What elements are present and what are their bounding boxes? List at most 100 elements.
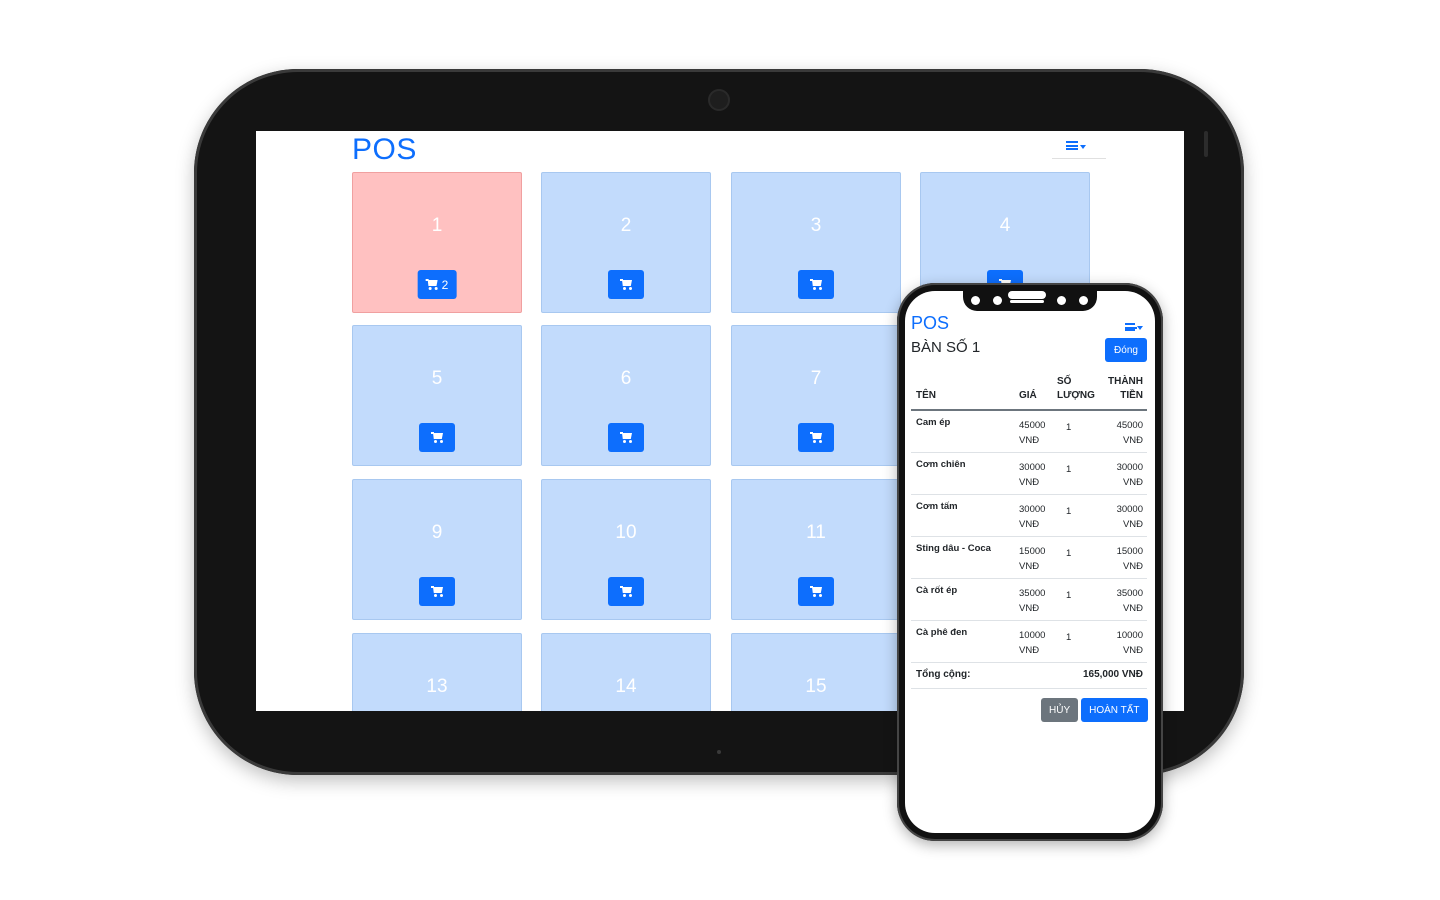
item-total: 35000 VNĐ — [1116, 588, 1143, 614]
item-price: 35000 VNĐ — [1019, 588, 1046, 614]
table-number: 1 — [431, 215, 443, 236]
table-tile-3[interactable]: 3 — [731, 172, 901, 313]
order-actions: HỦY HOÀN TẤT — [1041, 698, 1148, 722]
table-number: 7 — [810, 368, 822, 389]
order-row: Sting dâu - Coca 15000 VNĐ 1 15000 VNĐ — [911, 537, 1147, 579]
table-tile-10[interactable]: 10 — [541, 479, 711, 620]
item-qty: 1 — [1066, 506, 1072, 517]
item-name: Sting dâu - Coca — [916, 543, 991, 554]
navbar-menu-toggle[interactable] — [1125, 319, 1149, 335]
cancel-button[interactable]: HỦY — [1041, 698, 1079, 722]
cart-icon — [431, 586, 443, 597]
sensor-dot — [1057, 296, 1066, 305]
item-total: 30000 VNĐ — [1116, 504, 1143, 530]
phone-notch — [963, 291, 1097, 311]
item-name: Cà rốt ép — [916, 585, 958, 596]
total-value: 165,000 VNĐ — [1082, 669, 1143, 680]
cart-icon — [620, 586, 632, 597]
order-total-row: Tổng cộng: 165,000 VNĐ — [911, 663, 1147, 689]
table-tile-11[interactable]: 11 — [731, 479, 901, 620]
table-tile-7[interactable]: 7 — [731, 325, 901, 466]
col-total: THÀNH TIỀN — [1108, 375, 1143, 403]
item-qty: 1 — [1066, 548, 1072, 559]
phone-screen: POS BÀN SỐ 1 Đóng TÊN GIÁ SỐ LƯỢNG THÀNH — [905, 291, 1155, 833]
item-price: 45000 VNĐ — [1019, 420, 1046, 446]
order-row: Cam ép 45000 VNĐ 1 45000 VNĐ — [911, 411, 1147, 453]
item-qty: 1 — [1066, 422, 1072, 433]
table-number: 2 — [620, 215, 632, 236]
order-table-header: TÊN GIÁ SỐ LƯỢNG THÀNH TIỀN — [911, 371, 1147, 411]
table-number: 3 — [810, 215, 822, 236]
order-table: TÊN GIÁ SỐ LƯỢNG THÀNH TIỀN Cam ép 45000… — [911, 371, 1147, 689]
col-qty-line2: LƯỢNG — [1057, 390, 1095, 401]
order-row: Cà rốt ép 35000 VNĐ 1 35000 VNĐ — [911, 579, 1147, 621]
order-row: Cà phê đen 10000 VNĐ 1 10000 VNĐ — [911, 621, 1147, 663]
complete-button[interactable]: HOÀN TẤT — [1081, 698, 1148, 722]
table-number: 14 — [615, 676, 637, 697]
cart-count: 2 — [441, 277, 449, 292]
cart-button[interactable] — [798, 577, 834, 606]
table-tile-13[interactable]: 13 — [352, 633, 522, 711]
cart-button[interactable] — [419, 423, 455, 452]
table-number: 11 — [806, 522, 826, 543]
cart-button[interactable] — [608, 423, 644, 452]
table-tile-2[interactable]: 2 — [541, 172, 711, 313]
table-tile-1[interactable]: 1 2 — [352, 172, 522, 313]
table-number: 13 — [426, 676, 448, 697]
item-total: 10000 VNĐ — [1116, 630, 1143, 656]
col-total-line1: THÀNH — [1108, 376, 1143, 387]
cart-button[interactable] — [798, 270, 834, 299]
col-qty: SỐ LƯỢNG — [1057, 375, 1095, 403]
item-qty: 1 — [1066, 590, 1072, 601]
cart-icon — [620, 279, 632, 290]
phone-device: POS BÀN SỐ 1 Đóng TÊN GIÁ SỐ LƯỢNG THÀNH — [897, 283, 1163, 841]
cart-button[interactable] — [419, 577, 455, 606]
item-price: 15000 VNĐ — [1019, 546, 1046, 572]
speaker-grille — [1010, 300, 1044, 303]
speaker-grille — [1008, 291, 1046, 299]
col-name: TÊN — [916, 390, 936, 401]
order-row: Cơm chiên 30000 VNĐ 1 30000 VNĐ — [911, 453, 1147, 495]
cart-icon — [425, 279, 438, 290]
cart-icon — [810, 586, 822, 597]
cart-button[interactable] — [798, 423, 834, 452]
cart-icon — [810, 279, 822, 290]
item-price: 10000 VNĐ — [1019, 630, 1046, 656]
table-tile-6[interactable]: 6 — [541, 325, 711, 466]
table-tile-5[interactable]: 5 — [352, 325, 522, 466]
close-button[interactable]: Đóng — [1105, 338, 1147, 362]
cart-button[interactable] — [608, 270, 644, 299]
navbar-menu-toggle[interactable] — [1052, 131, 1106, 159]
table-number: 10 — [615, 522, 637, 543]
sensor-dot — [971, 296, 980, 305]
item-total: 45000 VNĐ — [1116, 420, 1143, 446]
col-qty-line1: SỐ — [1057, 376, 1072, 387]
caret-down-icon — [1137, 326, 1143, 330]
table-tile-15[interactable]: 15 — [731, 633, 901, 711]
item-qty: 1 — [1066, 464, 1072, 475]
table-tile-14[interactable]: 14 — [541, 633, 711, 711]
item-name: Cơm chiên — [916, 459, 966, 470]
item-price: 30000 VNĐ — [1019, 504, 1046, 530]
table-tile-9[interactable]: 9 — [352, 479, 522, 620]
total-label: Tổng cộng: — [916, 669, 971, 680]
item-price: 30000 VNĐ — [1019, 462, 1046, 488]
cart-button[interactable]: 2 — [417, 270, 457, 299]
cart-button[interactable] — [608, 577, 644, 606]
item-name: Cam ép — [916, 417, 951, 428]
table-number: 6 — [620, 368, 632, 389]
col-total-line2: TIỀN — [1120, 390, 1143, 401]
table-number: 5 — [431, 368, 443, 389]
hamburger-menu-icon — [1066, 141, 1078, 150]
cart-icon — [431, 432, 443, 443]
camera-dot — [1079, 296, 1088, 305]
hamburger-menu-icon — [1125, 323, 1137, 331]
navbar-brand[interactable]: POS — [911, 313, 949, 334]
table-number: 4 — [999, 215, 1011, 236]
order-row: Cơm tấm 30000 VNĐ 1 30000 VNĐ — [911, 495, 1147, 537]
caret-down-icon — [1080, 145, 1086, 149]
device-mockup-stage: POS 1 2 2 3 4 5 6 7 9 10 11 13 14 15 POS… — [0, 0, 1440, 900]
navbar-brand[interactable]: POS — [352, 133, 417, 167]
sensor-dot — [993, 296, 1002, 305]
cart-icon — [810, 432, 822, 443]
